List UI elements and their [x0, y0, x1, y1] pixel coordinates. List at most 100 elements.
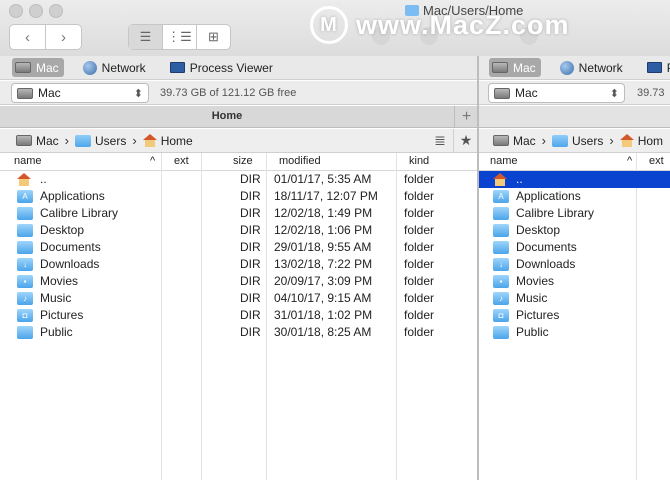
column-name[interactable]: name: [14, 155, 42, 167]
folder-icon: [493, 241, 509, 254]
folder-icon: [17, 241, 33, 254]
table-row[interactable]: Documents: [479, 239, 670, 256]
chevron-left-icon: ‹: [25, 28, 30, 46]
table-row[interactable]: Calibre Library DIR 12/02/18, 1:49 PM folde…: [0, 205, 477, 222]
folder-icon: ♪: [493, 292, 509, 305]
table-row[interactable]: Public: [479, 324, 670, 341]
breadcrumb-home[interactable]: Home: [161, 134, 193, 148]
table-row[interactable]: ▪ Movies: [479, 273, 670, 290]
folder-icon: [493, 207, 509, 220]
zoom-window-button[interactable]: [49, 4, 63, 18]
folder-icon: [493, 224, 509, 237]
table-row[interactable]: ↓ Downloads: [479, 256, 670, 273]
file-size: DIR: [240, 257, 261, 271]
table-row[interactable]: ▪ Movies DIR 20/09/17, 3:09 PM folder: [0, 273, 477, 290]
file-list-right: .. A Applications Calibre Library Desktop Doc…: [479, 171, 670, 341]
file-kind: folder: [404, 206, 435, 220]
breadcrumb-users[interactable]: Users: [95, 134, 126, 148]
sort-ascending-icon: ^: [627, 155, 633, 167]
location-process-viewer[interactable]: Pr: [644, 58, 670, 77]
file-size: DIR: [240, 206, 261, 220]
add-tab-button[interactable]: +: [454, 106, 478, 127]
table-row[interactable]: Desktop DIR 12/02/18, 1:06 PM folder: [0, 222, 477, 239]
file-name: Downloads: [40, 257, 100, 271]
table-row[interactable]: Documents DIR 29/01/18, 9:55 AM folder: [0, 239, 477, 256]
table-row[interactable]: ◘ Pictures: [479, 307, 670, 324]
folder-icon: [17, 326, 33, 339]
table-row[interactable]: ♪ Music DIR 04/10/17, 9:15 AM folder: [0, 290, 477, 307]
watermark-logo: M: [310, 6, 348, 44]
table-row[interactable]: ♪ Music: [479, 290, 670, 307]
table-row[interactable]: Desktop: [479, 222, 670, 239]
breadcrumb-mac[interactable]: Mac: [513, 134, 536, 148]
globe-icon: [82, 60, 97, 75]
file-name: Downloads: [516, 257, 576, 271]
location-network[interactable]: Network: [557, 58, 628, 77]
file-name: Applications: [516, 189, 581, 203]
table-row[interactable]: ..: [479, 171, 670, 188]
file-kind: folder: [404, 240, 435, 254]
star-icon: ★: [459, 132, 473, 148]
file-list: .. DIR 01/01/17, 5:35 AM folder A Application…: [0, 171, 477, 341]
view-mode-switcher: ☰ ⋮☰ ⊞: [128, 24, 231, 50]
plus-icon: +: [461, 107, 472, 125]
file-name: Public: [516, 325, 549, 339]
column-ext[interactable]: ext: [649, 155, 664, 167]
folder-icon: ◘: [17, 309, 33, 322]
home-icon: [493, 173, 507, 186]
table-row[interactable]: Calibre Library: [479, 205, 670, 222]
column-ext[interactable]: ext: [174, 155, 189, 167]
location-mac[interactable]: Mac: [12, 58, 64, 77]
volume-select[interactable]: Mac ⬍: [488, 83, 625, 103]
table-row[interactable]: A Applications DIR 18/11/17, 12:07 PM folder: [0, 188, 477, 205]
column-kind[interactable]: kind: [409, 155, 429, 167]
drive-icon: [17, 87, 33, 99]
column-modified[interactable]: modified: [279, 155, 321, 167]
file-name: ..: [40, 172, 47, 186]
breadcrumb-separator: ›: [609, 133, 614, 148]
location-process-viewer[interactable]: Process Viewer: [167, 58, 278, 77]
grid-view-button[interactable]: ⊞: [196, 25, 230, 49]
file-size: DIR: [240, 291, 261, 305]
column-options-button[interactable]: ≣: [428, 129, 452, 152]
outline-view-button[interactable]: ⋮☰: [162, 25, 196, 49]
file-modified: 29/01/18, 9:55 AM: [274, 240, 372, 254]
history-navigation: ‹ ›: [9, 24, 82, 50]
file-size: DIR: [240, 172, 261, 186]
minimize-window-button[interactable]: [29, 4, 43, 18]
table-row[interactable]: Public DIR 30/01/18, 8:25 AM folder: [0, 324, 477, 341]
back-button[interactable]: ‹: [10, 25, 45, 49]
forward-button[interactable]: ›: [45, 25, 81, 49]
file-name: Pictures: [516, 308, 560, 322]
file-size: DIR: [240, 308, 261, 322]
column-header-right: name ^ ext: [479, 153, 670, 171]
file-name: ..: [516, 172, 523, 186]
folder-icon: ▪: [17, 275, 33, 288]
volume-row-right: Mac ⬍ 39.73: [479, 81, 670, 105]
tab-home[interactable]: Home: [0, 110, 454, 122]
table-row[interactable]: A Applications: [479, 188, 670, 205]
table-row[interactable]: ↓ Downloads DIR 13/02/18, 7:22 PM folder: [0, 256, 477, 273]
column-size[interactable]: size: [233, 155, 253, 167]
file-kind: folder: [404, 325, 435, 339]
volume-select[interactable]: Mac ⬍: [11, 83, 149, 103]
table-row[interactable]: .. DIR 01/01/17, 5:35 AM folder: [0, 171, 477, 188]
location-mac[interactable]: Mac: [489, 58, 541, 77]
file-name: Desktop: [40, 223, 85, 237]
breadcrumb-users[interactable]: Users: [572, 134, 603, 148]
table-row[interactable]: ◘ Pictures DIR 31/01/18, 1:02 PM folder: [0, 307, 477, 324]
breadcrumb-mac[interactable]: Mac: [36, 134, 59, 148]
file-kind: folder: [404, 172, 435, 186]
list-view-button[interactable]: ☰: [129, 25, 162, 49]
home-icon: [17, 173, 31, 186]
close-window-button[interactable]: [9, 4, 23, 18]
location-label: Mac: [36, 60, 59, 75]
column-name[interactable]: name: [490, 155, 518, 167]
breadcrumb-home[interactable]: Hom: [638, 134, 663, 148]
folder-icon: ♪: [17, 292, 33, 305]
list-view-icon: ☰: [139, 29, 152, 44]
location-network[interactable]: Network: [80, 58, 151, 77]
favorite-button[interactable]: ★: [453, 129, 478, 152]
file-name: Pictures: [40, 308, 84, 322]
file-name: Music: [40, 291, 72, 305]
